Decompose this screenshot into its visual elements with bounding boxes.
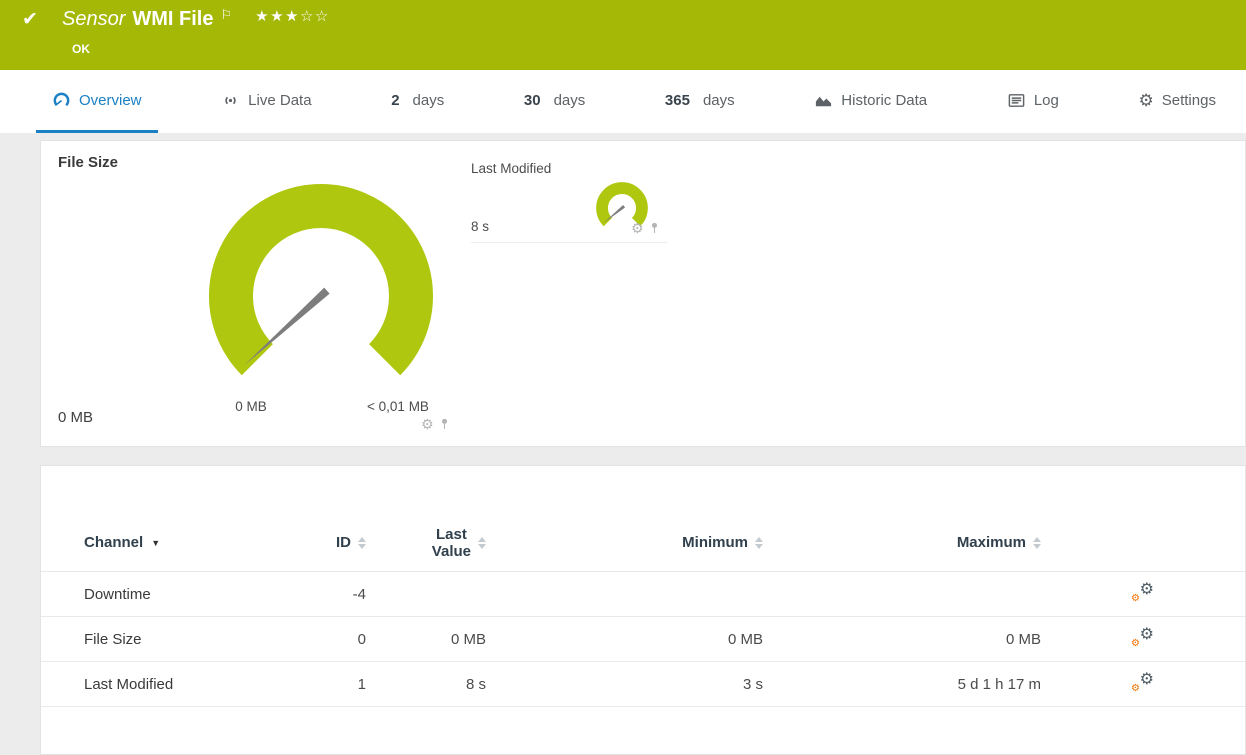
channel-id: 0 xyxy=(357,630,366,648)
channel-id: 1 xyxy=(357,675,366,693)
gauge-title-last-modified: Last Modified xyxy=(471,161,552,176)
gear-glyph: ⚙ xyxy=(1139,626,1154,643)
channel-name: Last Modified xyxy=(84,675,174,693)
table-row-last-modified: Last Modified 1 8 s 3 s 5 d 1 h 17 m ⚙ ⚙ xyxy=(41,662,1245,707)
tab-number: 30 xyxy=(523,91,541,109)
column-label: ID xyxy=(336,534,351,551)
tab-2-days[interactable]: 2 days xyxy=(375,70,460,133)
gauges-panel: File Size 0 MB < 0,01 MB 0 MB ⚙ Last Mod… xyxy=(40,140,1246,447)
gauge-controls: ⚙ xyxy=(631,221,659,235)
column-header-minimum[interactable]: Minimum xyxy=(486,534,763,551)
tab-label: Log xyxy=(1033,91,1059,109)
gear-glyph-small: ⚙ xyxy=(1131,638,1140,649)
priority-stars[interactable]: ★★★☆☆ xyxy=(255,6,330,28)
tab-number: 365 xyxy=(664,91,690,109)
channel-maximum: 5 d 1 h 17 m xyxy=(957,675,1041,693)
channel-minimum: 3 s xyxy=(742,675,763,693)
channel-last-value: 0 MB xyxy=(450,630,486,648)
channel-settings-gear-icon[interactable]: ⚙ ⚙ xyxy=(1131,581,1154,604)
gauge-gear-icon[interactable]: ⚙ xyxy=(421,417,434,431)
tab-label: days xyxy=(412,91,445,109)
file-size-gauge xyxy=(209,184,433,376)
stars-empty: ☆☆ xyxy=(299,8,330,25)
channel-last-value: 8 s xyxy=(465,675,486,693)
tab-label: Historic Data xyxy=(841,91,928,109)
log-list-icon xyxy=(1008,93,1025,107)
channel-name: Downtime xyxy=(84,585,151,603)
gauge-controls: ⚙ xyxy=(421,417,449,431)
channels-panel: Channel ▼ ID Last Value Minimum Maximum Do… xyxy=(40,465,1246,755)
sort-desc-icon: ▼ xyxy=(151,537,161,548)
tab-log[interactable]: Log xyxy=(991,70,1075,133)
gauge-current-value: 8 s xyxy=(471,219,490,234)
gauge-pin-icon[interactable] xyxy=(440,417,449,431)
column-header-last-value[interactable]: Last Value xyxy=(366,526,486,560)
table-row-file-size: File Size 0 0 MB 0 MB 0 MB ⚙ ⚙ xyxy=(41,617,1245,662)
channel-table: Channel ▼ ID Last Value Minimum Maximum Do… xyxy=(41,466,1245,707)
column-label: Channel xyxy=(84,534,144,551)
channel-maximum: 0 MB xyxy=(1005,630,1041,648)
last-modified-mini-gauge: Last Modified 8 s ⚙ xyxy=(471,159,667,243)
tab-number: 2 xyxy=(391,91,400,109)
column-label: Maximum xyxy=(956,534,1026,551)
sort-toggle-icon xyxy=(478,536,486,549)
tab-overview[interactable]: Overview xyxy=(36,70,158,133)
gauge-pin-icon[interactable] xyxy=(650,221,659,235)
gauge-min-label: 0 MB xyxy=(235,399,267,414)
gauge-current-value: 0 MB xyxy=(58,409,94,426)
column-label: Last xyxy=(435,525,467,543)
table-row-downtime: Downtime -4 ⚙ ⚙ xyxy=(41,572,1245,617)
tab-label: Live Data xyxy=(248,91,312,109)
stars-filled: ★★★ xyxy=(255,8,300,25)
tab-bar: Overview Live Data 2 days 30 days 365 da… xyxy=(0,70,1246,133)
gauge-icon xyxy=(53,92,70,106)
channel-settings-gear-icon[interactable]: ⚙ ⚙ xyxy=(1131,671,1154,694)
gear-glyph: ⚙ xyxy=(1139,671,1154,688)
sort-toggle-icon xyxy=(755,536,763,549)
column-header-id[interactable]: ID xyxy=(321,534,366,551)
channel-id: -4 xyxy=(352,585,366,603)
tab-live-data[interactable]: Live Data xyxy=(205,70,327,133)
gear-icon: ⚙ xyxy=(1138,90,1154,110)
channel-name: File Size xyxy=(84,630,142,648)
tab-365-days[interactable]: 365 days xyxy=(649,70,751,133)
area-chart-icon xyxy=(816,96,832,106)
column-header-maximum[interactable]: Maximum xyxy=(763,534,1041,551)
tab-label: Settings xyxy=(1161,91,1216,109)
gear-glyph-small: ⚙ xyxy=(1131,683,1140,694)
sensor-title-name: WMI File xyxy=(132,8,214,30)
tab-historic-data[interactable]: Historic Data xyxy=(798,70,943,133)
tab-label: Overview xyxy=(79,91,142,109)
sort-toggle-icon xyxy=(358,536,366,549)
status-check-icon: ✔ xyxy=(22,9,38,30)
status-badge: OK xyxy=(72,42,90,56)
sensor-title: Sensor WMI File ⚐ ★★★☆☆ xyxy=(62,6,330,33)
column-header-channel[interactable]: Channel ▼ xyxy=(84,534,321,551)
gear-glyph-small: ⚙ xyxy=(1131,593,1140,604)
sensor-title-prefix: Sensor xyxy=(62,8,126,30)
channel-settings-gear-icon[interactable]: ⚙ ⚙ xyxy=(1131,626,1154,649)
column-label: Value xyxy=(431,542,471,560)
gauge-title-file-size: File Size xyxy=(58,154,119,171)
sensor-header: ✔ Sensor WMI File ⚐ ★★★☆☆ OK xyxy=(0,0,1246,70)
tab-label: days xyxy=(702,91,735,109)
channel-minimum: 0 MB xyxy=(727,630,763,648)
gauge-max-label: < 0,01 MB xyxy=(367,399,429,414)
column-label: Minimum xyxy=(682,534,748,551)
tab-settings[interactable]: ⚙ Settings xyxy=(1123,70,1232,133)
tab-label: days xyxy=(553,91,586,109)
table-header-row: Channel ▼ ID Last Value Minimum Maximum xyxy=(41,514,1245,572)
sort-toggle-icon xyxy=(1033,536,1041,549)
gauge-gear-icon[interactable]: ⚙ xyxy=(631,221,644,235)
flag-icon[interactable]: ⚐ xyxy=(220,7,232,23)
live-signal-icon xyxy=(225,96,236,104)
tab-30-days[interactable]: 30 days xyxy=(508,70,601,133)
gear-glyph: ⚙ xyxy=(1139,581,1154,598)
